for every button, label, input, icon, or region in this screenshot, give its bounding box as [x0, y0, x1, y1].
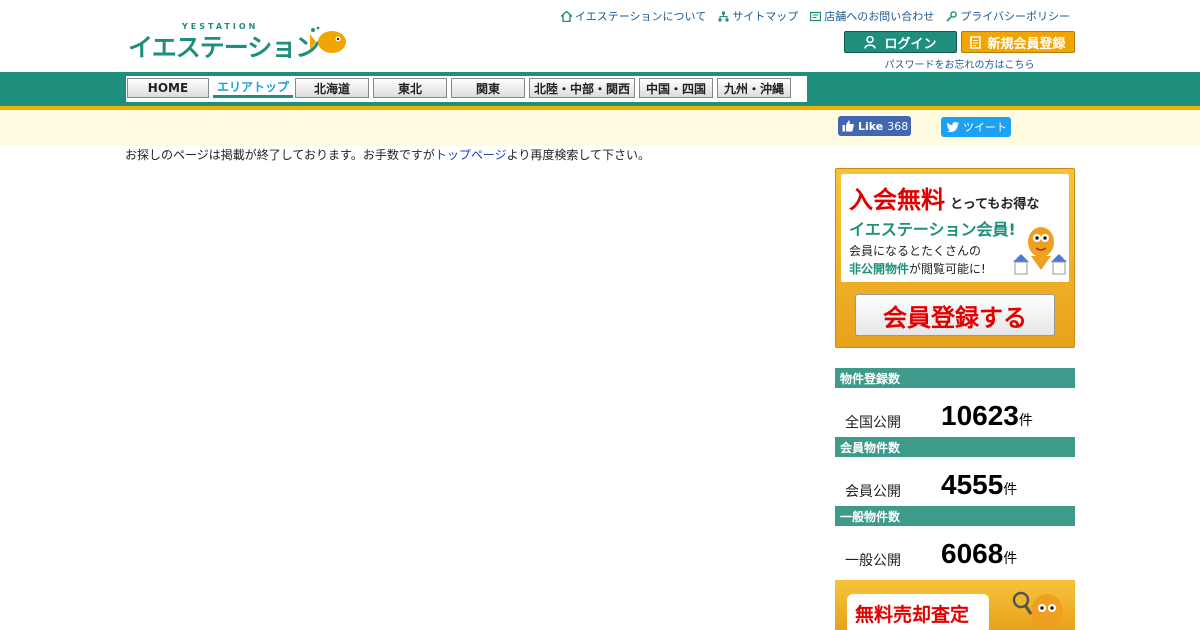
contact-form-icon — [810, 11, 822, 21]
stat-value: 6068件 — [941, 538, 1017, 570]
mascot-magnifier-icon — [1012, 591, 1063, 630]
stat-unit: 件 — [1018, 412, 1033, 428]
facebook-like-button[interactable]: Like 368 — [838, 116, 911, 136]
stat-number: 6068 — [941, 538, 1004, 569]
stat-member-listings: 会員物件数 会員公開 4555件 — [835, 437, 1075, 503]
stat-row: 全国公開 10623件 — [835, 388, 1075, 434]
document-icon — [970, 35, 982, 49]
banner-line-4-rest: が閲覧可能に! — [909, 262, 986, 276]
nav-hokkaido[interactable]: 北海道 — [295, 78, 369, 98]
nav-kyushu-okinawa[interactable]: 九州・沖縄 — [717, 78, 791, 98]
stat-label: 全国公開 — [845, 415, 901, 431]
site-logo[interactable]: YESTATION イエステーション — [128, 22, 354, 62]
banner-catch: とってもお得な — [950, 197, 1040, 212]
nav-home[interactable]: HOME — [127, 78, 209, 98]
facebook-like-label: Like — [858, 119, 884, 133]
member-register-cta[interactable]: 会員登録する — [855, 294, 1055, 336]
register-label: 新規会員登録 — [987, 36, 1066, 52]
appraisal-label: 無料売却査定 — [855, 604, 970, 626]
link-privacy[interactable]: プライバシーポリシー — [946, 8, 1070, 24]
register-button[interactable]: 新規会員登録 — [961, 31, 1075, 53]
sitemap-icon — [718, 11, 729, 21]
free-membership-label: 入会無料 — [849, 186, 945, 214]
stat-row: 一般公開 6068件 — [835, 526, 1075, 572]
tweet-button[interactable]: ツイート — [941, 117, 1011, 137]
link-about-label: イエステーションについて — [574, 10, 707, 23]
login-label: ログイン — [884, 36, 937, 52]
stat-label: 会員公開 — [845, 484, 901, 500]
forgot-password-link[interactable]: パスワードをお忘れの方はこちら — [844, 56, 1075, 71]
nav-area-top[interactable]: エリアトップ — [213, 78, 293, 98]
stat-number: 4555 — [941, 469, 1004, 500]
logo-text-b: ステーション — [175, 33, 321, 62]
banner-line-4: 非公開物件が閲覧可能に! — [849, 260, 986, 277]
stat-unit: 件 — [1003, 481, 1018, 497]
facebook-like-count: 368 — [887, 119, 909, 133]
nav-hokuriku-chubu-kansai[interactable]: 北陸・中部・関西 — [529, 78, 635, 98]
nav-kanto[interactable]: 関東 — [451, 78, 525, 98]
stat-public-listings: 一般物件数 一般公開 6068件 — [835, 506, 1075, 572]
thumbs-up-icon — [842, 120, 854, 132]
banner-member-title: イエステーション会員! — [849, 220, 1016, 239]
link-contact[interactable]: 店舗へのお問い合わせ — [810, 8, 934, 24]
twitter-bird-icon — [947, 122, 959, 132]
house-icon — [560, 10, 572, 22]
link-contact-label: 店舗へのお問い合わせ — [824, 10, 935, 23]
banner-panel: 入会無料 とってもお得な イエステーション会員! 会員になるとたくさんの 非公開… — [841, 174, 1069, 282]
message-text-before: お探しのページは掲載が終了しております。お手数ですが — [125, 148, 435, 162]
banner-line-1: 入会無料 とってもお得な — [849, 180, 1039, 215]
logo-text-a: イエ — [128, 33, 177, 62]
message-text-after: より再度検索して下さい。 — [506, 148, 651, 162]
link-about[interactable]: イエステーションについて — [560, 8, 707, 24]
stat-row: 会員公開 4555件 — [835, 457, 1075, 503]
member-signup-banner[interactable]: 入会無料 とってもお得な イエステーション会員! 会員になるとたくさんの 非公開… — [835, 168, 1075, 348]
mascot-fish-icon — [310, 26, 346, 53]
stat-total-listings: 物件登録数 全国公開 10623件 — [835, 368, 1075, 434]
login-button[interactable]: ログイン — [844, 31, 957, 53]
mascot-character-icon — [1013, 227, 1067, 275]
nav-chugoku-shikoku[interactable]: 中国・四国 — [639, 78, 713, 98]
stat-unit: 件 — [1003, 550, 1018, 566]
link-privacy-label: プライバシーポリシー — [960, 10, 1070, 23]
stat-value: 4555件 — [941, 469, 1017, 501]
stat-heading: 会員物件数 — [835, 437, 1075, 457]
header-links: イエステーションについて サイトマップ 店舗へのお問い合わせ プライバシーポリシ… — [560, 8, 1070, 24]
social-band — [0, 110, 1200, 146]
nav-menu: HOME エリアトップ 北海道 東北 関東 北陸・中部・関西 中国・四国 九州・… — [126, 76, 807, 102]
free-appraisal-banner[interactable]: 無料売却査定 — [835, 580, 1075, 630]
logo-text: イエステーション — [128, 28, 321, 64]
page-expired-message: お探しのページは掲載が終了しております。お手数ですがトップページより再度検索して… — [125, 146, 650, 163]
stat-heading: 物件登録数 — [835, 368, 1075, 388]
link-sitemap[interactable]: サイトマップ — [718, 8, 798, 24]
key-icon — [946, 10, 958, 22]
stat-value: 10623件 — [941, 400, 1033, 432]
stat-number: 10623 — [941, 400, 1019, 431]
nav-tohoku[interactable]: 東北 — [373, 78, 447, 98]
banner-highlight: 非公開物件 — [849, 262, 910, 276]
stat-heading: 一般物件数 — [835, 506, 1075, 526]
link-sitemap-label: サイトマップ — [732, 10, 799, 23]
top-page-link[interactable]: トップページ — [435, 148, 507, 162]
banner-line-3: 会員になるとたくさんの — [849, 244, 982, 258]
user-icon — [864, 35, 877, 49]
tweet-label: ツイート — [963, 121, 1007, 134]
stat-label: 一般公開 — [845, 553, 901, 569]
